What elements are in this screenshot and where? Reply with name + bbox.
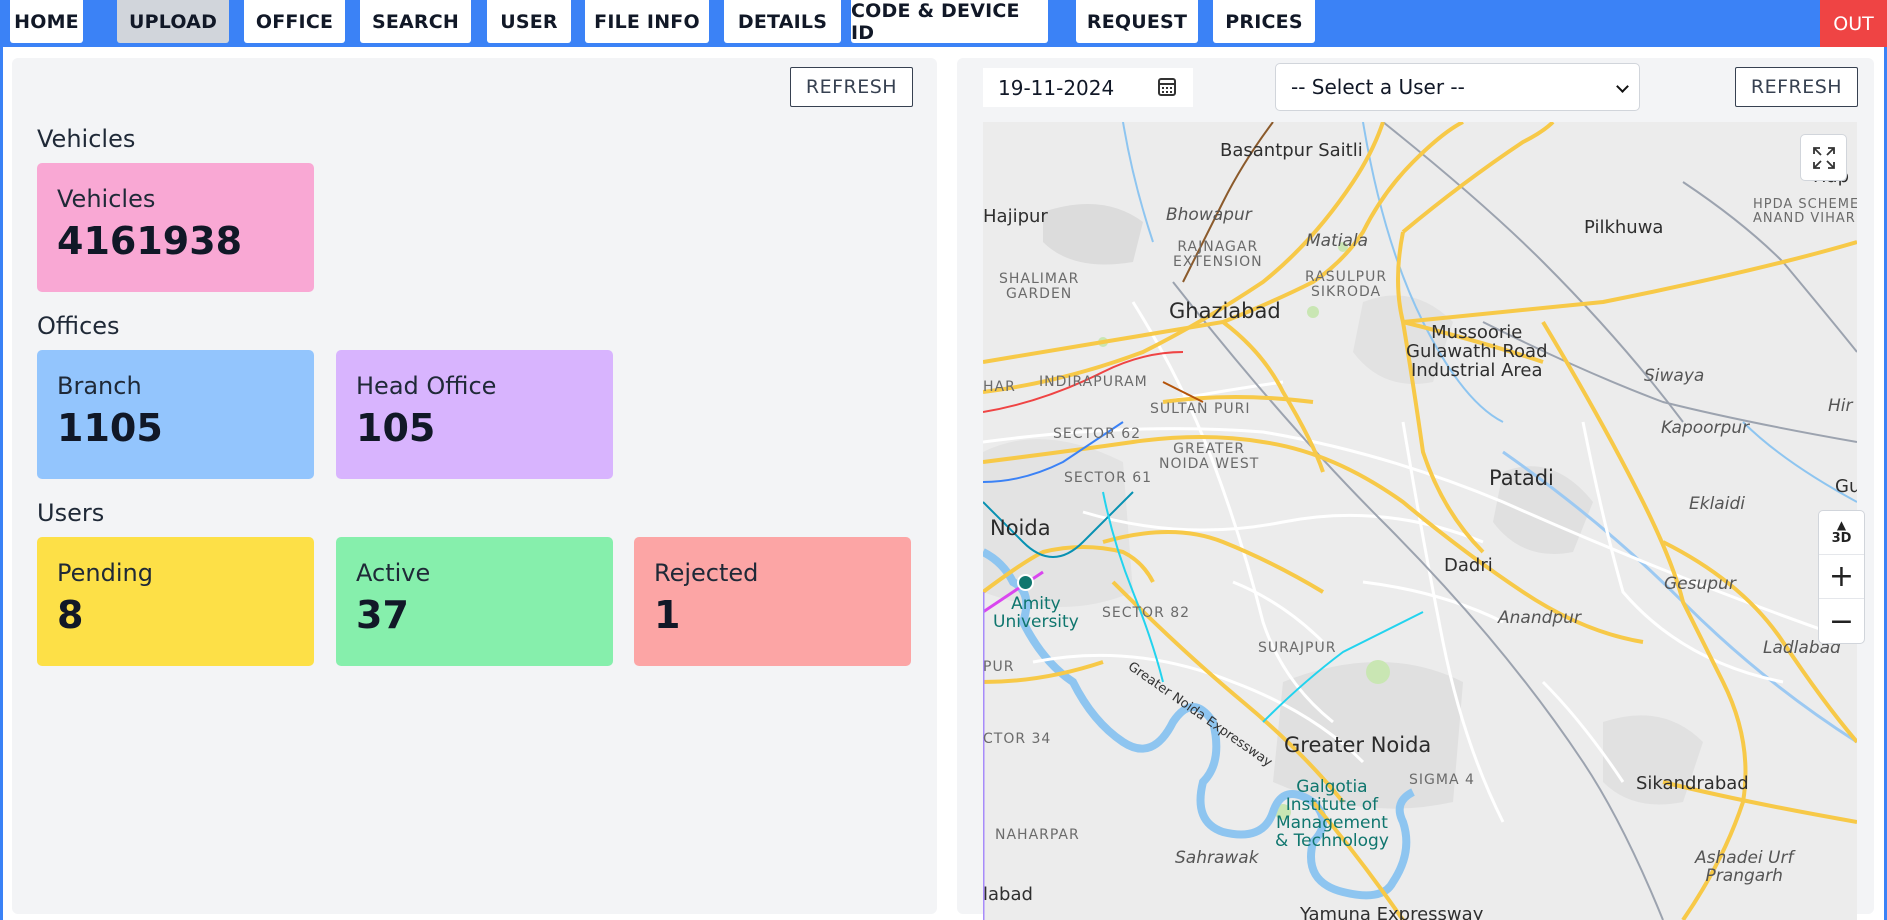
- map-label-surajpur: SURAJPUR: [1258, 640, 1337, 656]
- nav-code-device-id[interactable]: CODE & DEVICE ID: [851, 0, 1048, 44]
- map-label-eklaidi: Eklaidi: [1689, 494, 1745, 514]
- date-input[interactable]: 19-11-2024: [983, 68, 1193, 107]
- compass-icon: ▲: [1836, 518, 1847, 532]
- map-label-rasulpur: RASULPUR SIKRODA: [1305, 269, 1388, 300]
- map-label-ghaziabad: Ghaziabad: [1169, 299, 1281, 323]
- user-select[interactable]: -- Select a User --: [1275, 63, 1640, 111]
- nav-search[interactable]: SEARCH: [360, 0, 471, 43]
- zoom-out-button[interactable]: −: [1819, 599, 1864, 643]
- nav-office[interactable]: OFFICE: [244, 0, 345, 43]
- map-label-kapoorpur: Kapoorpur: [1661, 418, 1750, 438]
- zoom-in-button[interactable]: +: [1819, 555, 1864, 599]
- map-label-pur: PUR: [983, 659, 1015, 675]
- map-label-sikandrabad: Sikandrabad: [1636, 773, 1749, 794]
- logout-button[interactable]: OUT: [1820, 0, 1887, 47]
- map-label-noida: Noida: [990, 516, 1051, 540]
- branch-card[interactable]: Branch 1105: [37, 350, 314, 479]
- calendar-icon[interactable]: [1158, 78, 1176, 96]
- map-label-hir: Hir: [1828, 396, 1853, 416]
- card-value: 1: [654, 593, 681, 637]
- map-label-hajipur: Hajipur: [983, 206, 1048, 227]
- map-label-rajnagar: RAJNAGAR EXTENSION: [1173, 239, 1263, 270]
- nav-details[interactable]: DETAILS: [724, 0, 841, 43]
- map-navigation-control: ▲ 3D + −: [1818, 510, 1865, 644]
- nav-upload[interactable]: UPLOAD: [117, 0, 229, 43]
- map-label-greater-noida: Greater Noida: [1284, 733, 1432, 757]
- card-value: 105: [356, 406, 436, 450]
- map-label-indirapuram: INDIRAPURAM: [1039, 374, 1148, 390]
- stats-refresh-button[interactable]: REFRESH: [790, 67, 913, 107]
- map-label-matiala: Matiala: [1306, 231, 1369, 251]
- map-label-dadri: Dadri: [1444, 555, 1493, 576]
- card-label: Branch: [57, 372, 142, 400]
- map-label-sultanpuri: SULTAN PURI: [1150, 401, 1251, 417]
- map-label-galgotia: Galgotia Institute of Management & Techn…: [1275, 777, 1389, 851]
- map-view[interactable]: Basantpur Saitli Hajipur Bhowapur Matial…: [983, 122, 1857, 920]
- vehicles-card[interactable]: Vehicles 4161938: [37, 163, 314, 292]
- map-label-gesupur: Gesupur: [1664, 574, 1736, 594]
- map-label-anandpur: Anandpur: [1498, 608, 1581, 628]
- rejected-users-card[interactable]: Rejected 1: [634, 537, 911, 666]
- map-label-yamuna: Yamuna Expressway: [1300, 904, 1484, 920]
- users-section-title: Users: [37, 499, 105, 527]
- top-navigation-bar: HOME UPLOAD OFFICE SEARCH USER FILE INFO…: [0, 0, 1887, 47]
- frame-border-left: [0, 47, 3, 920]
- card-label: Head Office: [356, 372, 497, 400]
- map-label-greater-noida-west: GREATER NOIDA WEST: [1159, 441, 1260, 472]
- card-label: Active: [356, 559, 431, 587]
- nav-home[interactable]: HOME: [10, 0, 83, 43]
- map-label-gul: Gul: [1835, 476, 1857, 497]
- vehicles-section-title: Vehicles: [37, 125, 136, 153]
- nav-prices[interactable]: PRICES: [1213, 0, 1315, 43]
- map-label-alabad: labad: [983, 884, 1033, 905]
- nav-file-info[interactable]: FILE INFO: [585, 0, 709, 43]
- map-refresh-button[interactable]: REFRESH: [1735, 67, 1858, 107]
- map-label-mussoorie: Mussoorie Gulawathi Road Industrial Area: [1406, 322, 1548, 381]
- active-users-card[interactable]: Active 37: [336, 537, 613, 666]
- card-label: Rejected: [654, 559, 759, 587]
- map-label-amity: Amity University: [993, 594, 1079, 632]
- card-value: 1105: [57, 406, 163, 450]
- user-select-value: -- Select a User --: [1291, 75, 1465, 99]
- map-label-har: HAR: [983, 379, 1016, 395]
- nav-request[interactable]: REQUEST: [1076, 0, 1198, 43]
- map-label-sector34: CTOR 34: [983, 731, 1052, 747]
- compass-3d-button[interactable]: ▲ 3D: [1819, 511, 1864, 555]
- map-label-sector61: SECTOR 61: [1064, 470, 1153, 486]
- threed-label: 3D: [1831, 531, 1852, 546]
- map-label-sigma4: SIGMA 4: [1409, 772, 1475, 788]
- head-office-card[interactable]: Head Office 105: [336, 350, 613, 479]
- card-value: 4161938: [57, 219, 243, 263]
- map-label-siwaya: Siwaya: [1644, 366, 1705, 386]
- map-label-hpda: HPDA SCHEME ANAND VIHAR: [1753, 197, 1857, 226]
- fullscreen-button[interactable]: [1800, 134, 1847, 181]
- map-label-basantpur: Basantpur Saitli: [1220, 140, 1363, 161]
- map-label-ashadei: Ashadei Urf Prangarh: [1695, 848, 1794, 886]
- card-label: Pending: [57, 559, 153, 587]
- map-label-sector62: SECTOR 62: [1053, 426, 1142, 442]
- date-value: 19-11-2024: [998, 75, 1115, 100]
- map-label-sector82: SECTOR 82: [1102, 605, 1191, 621]
- nav-user[interactable]: USER: [487, 0, 571, 43]
- card-value: 37: [356, 593, 409, 637]
- pending-users-card[interactable]: Pending 8: [37, 537, 314, 666]
- map-label-naharpar: NAHARPAR: [995, 827, 1080, 843]
- card-value: 8: [57, 593, 84, 637]
- map-base-layer: [983, 122, 1857, 920]
- map-label-pilkhuwa: Pilkhuwa: [1584, 217, 1664, 238]
- map-label-shalimar: SHALIMAR GARDEN: [999, 271, 1080, 302]
- offices-section-title: Offices: [37, 312, 120, 340]
- map-label-patadi: Patadi: [1489, 466, 1554, 490]
- card-label: Vehicles: [57, 185, 156, 213]
- fullscreen-icon: [1812, 146, 1835, 169]
- university-poi-icon[interactable]: [1017, 574, 1034, 591]
- map-label-sahrawak: Sahrawak: [1175, 848, 1259, 868]
- map-label-bhowapur: Bhowapur: [1166, 205, 1252, 225]
- chevron-down-icon: [1616, 80, 1629, 93]
